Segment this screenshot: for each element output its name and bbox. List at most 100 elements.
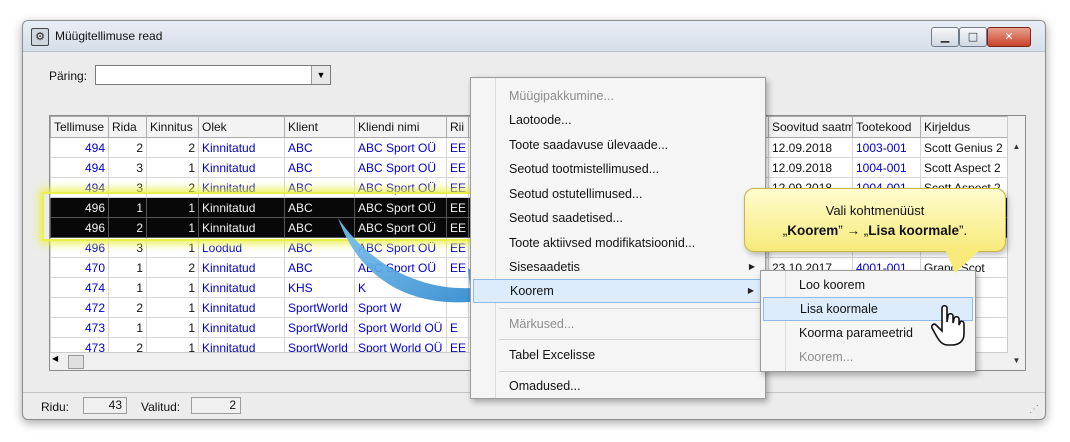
- cell-client-name[interactable]: ABC Sport OÜ: [354, 177, 447, 198]
- cell-desc[interactable]: Scott Aspect 2: [920, 157, 1009, 178]
- cell-status[interactable]: Loodud: [198, 237, 285, 258]
- scroll-down-icon[interactable]: ▼: [1008, 352, 1025, 369]
- context-menu: Müügipakkumine... Laotoode... Toote saad…: [470, 77, 766, 399]
- cell-order[interactable]: 494: [50, 137, 109, 158]
- col-header-code[interactable]: Tootekood: [852, 116, 921, 138]
- cell-status[interactable]: Kinnitatud: [198, 317, 285, 338]
- minimize-button[interactable]: ▁: [931, 27, 959, 47]
- cell-status[interactable]: Kinnitatud: [198, 197, 285, 218]
- col-header-confirm[interactable]: Kinnitus: [146, 116, 199, 138]
- cell-status[interactable]: Kinnitatud: [198, 277, 285, 298]
- cell-country[interactable]: E: [446, 317, 469, 338]
- cell-client-name[interactable]: ABC Sport OÜ: [354, 137, 447, 158]
- cell-code[interactable]: 1004-001: [852, 157, 921, 178]
- query-select[interactable]: ▼: [95, 65, 331, 85]
- col-header-line[interactable]: Rida: [108, 116, 147, 138]
- cell-client[interactable]: ABC: [284, 157, 355, 178]
- menu-item-modifications[interactable]: Toote aktiivsed modifikatsioonid...: [473, 231, 763, 255]
- menu-item-availability[interactable]: Toote saadavuse ülevaade...: [473, 133, 763, 157]
- cell-client-name[interactable]: Sport World OÜ: [354, 317, 447, 338]
- menu-item-stock-item[interactable]: Laotoode...: [473, 108, 763, 132]
- menu-item-properties[interactable]: Omadused...: [473, 374, 763, 398]
- cell-order[interactable]: 496: [50, 237, 109, 258]
- cell-confirm[interactable]: 1: [146, 317, 199, 338]
- menu-separator: [499, 339, 761, 340]
- cell-confirm[interactable]: 1: [146, 197, 199, 218]
- cell-country[interactable]: EE: [446, 137, 469, 158]
- cell-confirm[interactable]: 2: [146, 137, 199, 158]
- cell-line[interactable]: 3: [108, 177, 147, 198]
- col-header-client[interactable]: Klient: [284, 116, 355, 138]
- horizontal-scroll-thumb[interactable]: [68, 355, 84, 369]
- menu-item-notes[interactable]: Märkused...: [473, 312, 763, 336]
- resize-grip-icon[interactable]: ⋰: [1029, 404, 1041, 416]
- cell-client[interactable]: SportWorld: [284, 317, 355, 338]
- cell-confirm[interactable]: 1: [146, 237, 199, 258]
- menu-item-label: Seotud tootmistellimused...: [509, 162, 660, 176]
- cell-country[interactable]: EE: [446, 177, 469, 198]
- cell-line[interactable]: 2: [108, 217, 147, 238]
- menu-item-export-excel[interactable]: Tabel Excelisse: [473, 343, 763, 367]
- cell-confirm[interactable]: 1: [146, 217, 199, 238]
- cell-line[interactable]: 3: [108, 237, 147, 258]
- cell-line[interactable]: 2: [108, 297, 147, 318]
- cell-confirm[interactable]: 1: [146, 297, 199, 318]
- menu-item-load[interactable]: Koorem ▶: [473, 279, 763, 303]
- callout-tail: [945, 249, 981, 273]
- scroll-up-icon[interactable]: ▲: [1008, 138, 1025, 155]
- cell-confirm[interactable]: 1: [146, 277, 199, 298]
- cell-date[interactable]: 12.09.2018: [768, 137, 853, 158]
- chevron-down-icon[interactable]: ▼: [311, 66, 330, 84]
- vertical-scrollbar[interactable]: ▲ ▼: [1007, 116, 1025, 370]
- cell-confirm[interactable]: 1: [146, 157, 199, 178]
- cell-client-name[interactable]: ABC Sport OÜ: [354, 157, 447, 178]
- menu-separator: [499, 308, 761, 309]
- col-header-client-name[interactable]: Kliendi nimi: [354, 116, 447, 138]
- cell-order[interactable]: 496: [50, 217, 109, 238]
- close-button[interactable]: ✕: [987, 27, 1031, 47]
- menu-item-purchase-orders[interactable]: Seotud ostutellimused...: [473, 182, 763, 206]
- cell-status[interactable]: Kinnitatud: [198, 217, 285, 238]
- cell-desc[interactable]: Scott Genius 2: [920, 137, 1009, 158]
- cell-client[interactable]: ABC: [284, 137, 355, 158]
- gear-window-icon: ⚙: [31, 28, 49, 46]
- cell-line[interactable]: 1: [108, 197, 147, 218]
- cell-order[interactable]: 494: [50, 177, 109, 198]
- cell-order[interactable]: 470: [50, 257, 109, 278]
- scroll-left-icon[interactable]: ◀: [52, 354, 58, 363]
- cell-code[interactable]: 1003-001: [852, 137, 921, 158]
- cell-line[interactable]: 1: [108, 257, 147, 278]
- cell-line[interactable]: 1: [108, 317, 147, 338]
- cell-status[interactable]: Kinnitatud: [198, 257, 285, 278]
- submenu-item-load-dialog[interactable]: Koorem...: [763, 345, 973, 369]
- submenu-item-create-load[interactable]: Loo koorem: [763, 273, 973, 297]
- col-header-country[interactable]: Rii: [446, 116, 469, 138]
- cell-status[interactable]: Kinnitatud: [198, 297, 285, 318]
- cell-order[interactable]: 494: [50, 157, 109, 178]
- cell-order[interactable]: 496: [50, 197, 109, 218]
- cell-status[interactable]: Kinnitatud: [198, 157, 285, 178]
- cell-country[interactable]: EE: [446, 157, 469, 178]
- cell-line[interactable]: 3: [108, 157, 147, 178]
- col-header-date[interactable]: Soovitud saatm: [768, 116, 853, 138]
- title-bar[interactable]: ⚙ Müügitellimuse read ▁ □ ✕: [23, 21, 1045, 52]
- col-header-status[interactable]: Olek: [198, 116, 285, 138]
- cell-order[interactable]: 473: [50, 317, 109, 338]
- col-header-desc[interactable]: Kirjeldus: [920, 116, 1009, 138]
- cell-order[interactable]: 474: [50, 277, 109, 298]
- maximize-button[interactable]: □: [959, 27, 987, 47]
- col-header-order[interactable]: Tellimuse nr: [50, 116, 109, 138]
- cell-confirm[interactable]: 2: [146, 257, 199, 278]
- cell-confirm[interactable]: 2: [146, 177, 199, 198]
- cell-status[interactable]: Kinnitatud: [198, 137, 285, 158]
- cell-order[interactable]: 472: [50, 297, 109, 318]
- cell-status[interactable]: Kinnitatud: [198, 177, 285, 198]
- cell-line[interactable]: 1: [108, 277, 147, 298]
- menu-item-shipments[interactable]: Seotud saadetised...: [473, 206, 763, 230]
- cell-date[interactable]: 12.09.2018: [768, 157, 853, 178]
- menu-item-production-orders[interactable]: Seotud tootmistellimused...: [473, 157, 763, 181]
- cell-line[interactable]: 2: [108, 137, 147, 158]
- menu-item-internal-shipment[interactable]: Sisesaadetis ▶: [473, 255, 763, 279]
- cell-client[interactable]: ABC: [284, 177, 355, 198]
- menu-item-sales-quote[interactable]: Müügipakkumine...: [473, 84, 763, 108]
